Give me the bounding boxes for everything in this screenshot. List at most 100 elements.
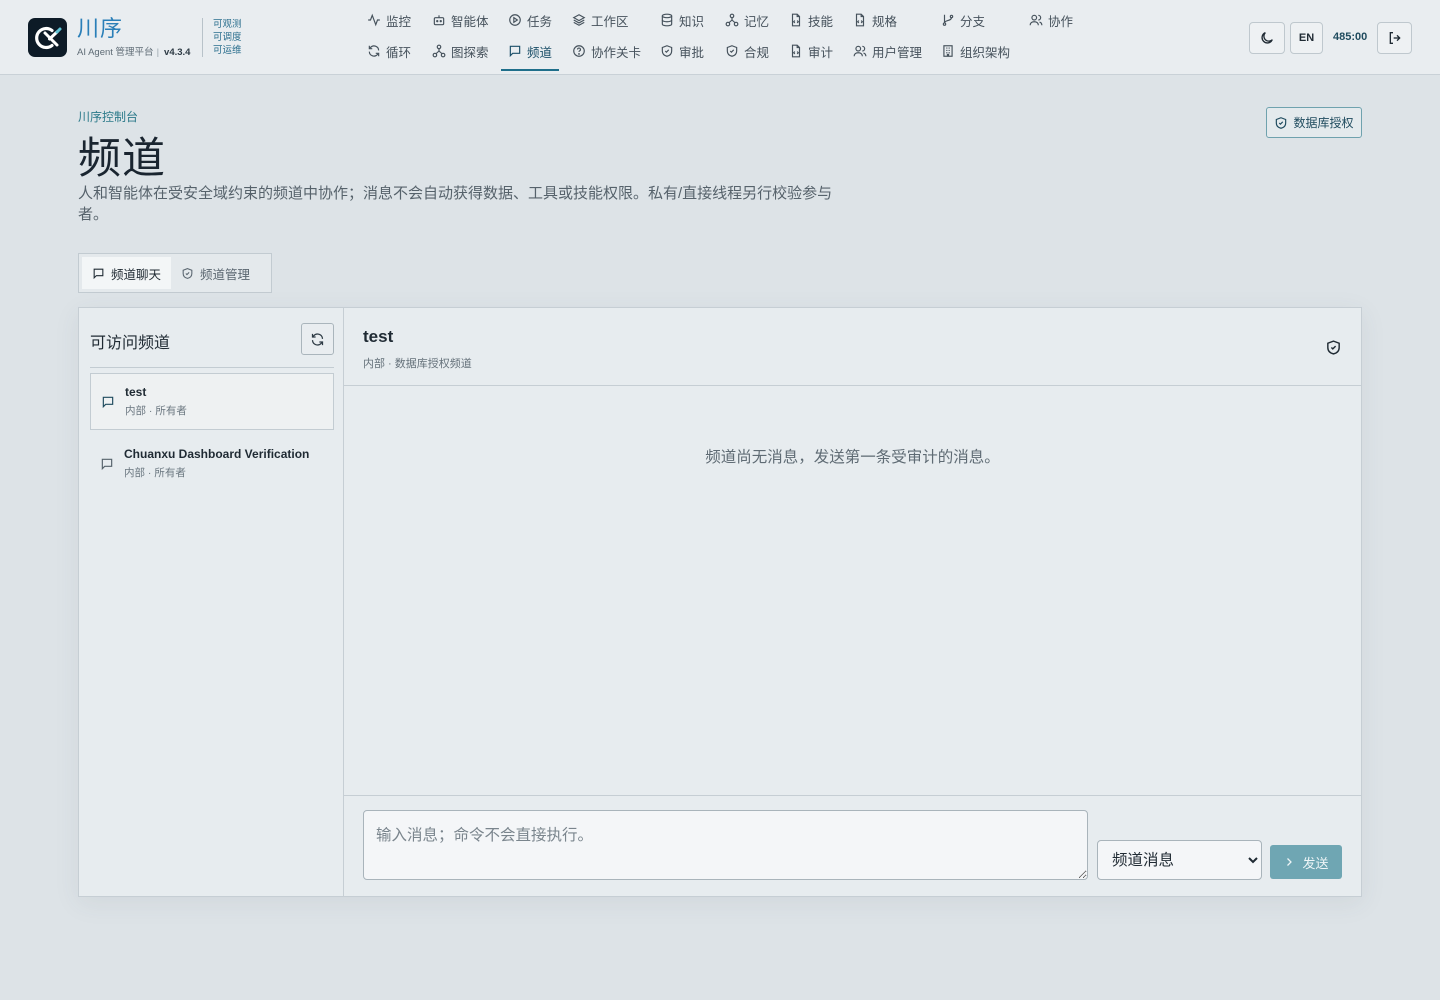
nav-item-org-structure[interactable]: 组织架构 [941, 40, 1010, 62]
users-icon [853, 45, 867, 57]
page-title: 频道 [78, 135, 166, 183]
shield-check-icon [182, 267, 193, 279]
nav-item-label: 技能 [808, 14, 834, 29]
activity-icon [368, 13, 380, 27]
nav-item-label: 合规 [744, 45, 770, 60]
message-composer: 频道消息 发送 [344, 795, 1361, 896]
tab-channel-chat[interactable]: 频道聊天 [82, 257, 172, 289]
nav-item-label: 协作关卡 [591, 45, 642, 60]
database-icon [661, 13, 673, 27]
nav-item-workspace[interactable]: 工作区 [572, 9, 629, 31]
file-code-icon [791, 13, 801, 27]
send-button[interactable]: 发送 [1270, 845, 1342, 879]
nav-item-graph-explore[interactable]: 图探索 [432, 40, 489, 62]
nav-item-user-management[interactable]: 用户管理 [853, 40, 922, 62]
file-code-icon [855, 13, 865, 27]
nav-item-monitor[interactable]: 监控 [367, 9, 411, 31]
breadcrumb[interactable]: 川序控制台 [78, 108, 138, 125]
bot-icon [433, 15, 445, 26]
database-authorization-button[interactable]: 数据库授权 [1266, 107, 1362, 138]
channel-list-item[interactable]: Chuanxu Dashboard Verification 内部 · 所有者 [90, 435, 334, 492]
send-label: 发送 [1302, 855, 1329, 871]
shield-check-icon [726, 45, 738, 57]
empty-state-message: 频道尚无消息，发送第一条受审计的消息。 [705, 449, 1000, 466]
network-icon [432, 44, 446, 58]
nav-item-audit[interactable]: 审计 [789, 40, 833, 62]
message-type-select[interactable]: 频道消息 [1097, 840, 1262, 880]
channel-panel: 可访问频道 test 内部 · 所有者 Chuanxu Dashboard Ve… [78, 307, 1362, 897]
session-timer: 485:00 [1333, 31, 1368, 43]
divider [90, 367, 334, 368]
channel-name: test [125, 385, 147, 399]
brand-name: 川序 [77, 16, 124, 41]
nav-item-label: 规格 [872, 14, 898, 29]
nav-item-label: 频道 [527, 45, 553, 60]
nav-item-label: 协作 [1048, 14, 1074, 29]
logout-icon [1389, 32, 1401, 44]
tab-channel-management[interactable]: 频道管理 [171, 257, 260, 289]
git-branch-icon [942, 14, 954, 26]
nav-item-specs[interactable]: 规格 [853, 9, 897, 31]
language-toggle-button[interactable]: EN [1290, 22, 1323, 54]
nav-item-approvals[interactable]: 审批 [660, 40, 704, 62]
nav-item-label: 记忆 [744, 14, 770, 29]
nav-item-compliance[interactable]: 合规 [725, 40, 769, 62]
version-label: v4.3.4 [164, 47, 191, 58]
message-icon [509, 45, 521, 58]
tagline-item: 可运维 [213, 45, 242, 56]
nav-item-knowledge[interactable]: 知识 [660, 9, 704, 31]
channel-meta: 内部 · 所有者 [125, 405, 187, 417]
refresh-icon [311, 332, 324, 346]
nav-item-label: 组织架构 [960, 45, 1011, 60]
message-input[interactable] [363, 810, 1088, 880]
play-circle-icon [509, 14, 521, 26]
channel-name: Chuanxu Dashboard Verification [124, 447, 310, 461]
nav-item-label: 智能体 [451, 14, 489, 29]
nav-item-channels[interactable]: 频道 [500, 40, 560, 71]
nav-item-label: 审批 [679, 45, 705, 60]
nav-item-collab[interactable]: 协作 [1029, 9, 1073, 31]
nav-item-tasks[interactable]: 任务 [508, 9, 552, 31]
nav-item-skills[interactable]: 技能 [789, 9, 833, 31]
chevron-right-icon [1287, 858, 1293, 866]
database-authorization-label: 数据库授权 [1293, 116, 1354, 130]
tab-label: 频道聊天 [111, 267, 162, 282]
channel-list-item[interactable]: test 内部 · 所有者 [90, 373, 334, 430]
page-description: 人和智能体在受安全域约束的频道中协作；消息不会自动获得数据、工具或技能权限。私有… [78, 185, 833, 223]
brand-taglines: 可观测 可调度 可运维 [202, 18, 242, 57]
layers-icon [572, 14, 586, 26]
shield-check-icon[interactable] [1325, 339, 1342, 356]
channel-tabs: 频道聊天 频道管理 [78, 253, 272, 293]
help-circle-icon [573, 45, 585, 57]
tagline-item: 可调度 [213, 32, 242, 43]
brand[interactable]: 川序 AI Agent 管理平台 | v4.3.4 [28, 17, 190, 58]
channel-sidebar: 可访问频道 test 内部 · 所有者 Chuanxu Dashboard Ve… [79, 308, 344, 896]
nav-item-label: 任务 [527, 14, 553, 29]
tab-label: 频道管理 [200, 267, 251, 282]
nav-item-label: 分支 [960, 14, 986, 29]
chat-header: test 内部 · 数据库授权频道 [344, 308, 1361, 386]
nav-item-label: 用户管理 [872, 45, 923, 60]
chat-subtitle: 内部 · 数据库授权频道 [363, 358, 472, 370]
nav-item-agents[interactable]: 智能体 [432, 9, 489, 31]
nav-item-label: 知识 [679, 14, 705, 29]
message-icon [93, 268, 104, 279]
shield-check-icon [1276, 116, 1287, 129]
tagline-item: 可观测 [213, 19, 242, 30]
sidebar-title: 可访问频道 [90, 335, 171, 352]
nav-item-loop[interactable]: 循环 [367, 40, 411, 62]
file-code-icon [791, 44, 801, 58]
nav-item-memory[interactable]: 记忆 [725, 9, 769, 31]
nav-item-label: 图探索 [451, 45, 489, 60]
message-icon [101, 458, 113, 470]
nav-item-branches[interactable]: 分支 [941, 9, 985, 31]
logout-button[interactable] [1377, 22, 1412, 54]
shield-check-icon [661, 45, 673, 57]
moon-icon [1261, 32, 1273, 44]
theme-toggle-button[interactable] [1249, 22, 1285, 54]
nav-item-collab-gates[interactable]: 协作关卡 [572, 40, 641, 62]
nav-item-label: 循环 [386, 45, 412, 60]
refresh-channels-button[interactable] [301, 323, 334, 355]
message-icon [102, 396, 114, 408]
users-icon [1029, 14, 1043, 26]
